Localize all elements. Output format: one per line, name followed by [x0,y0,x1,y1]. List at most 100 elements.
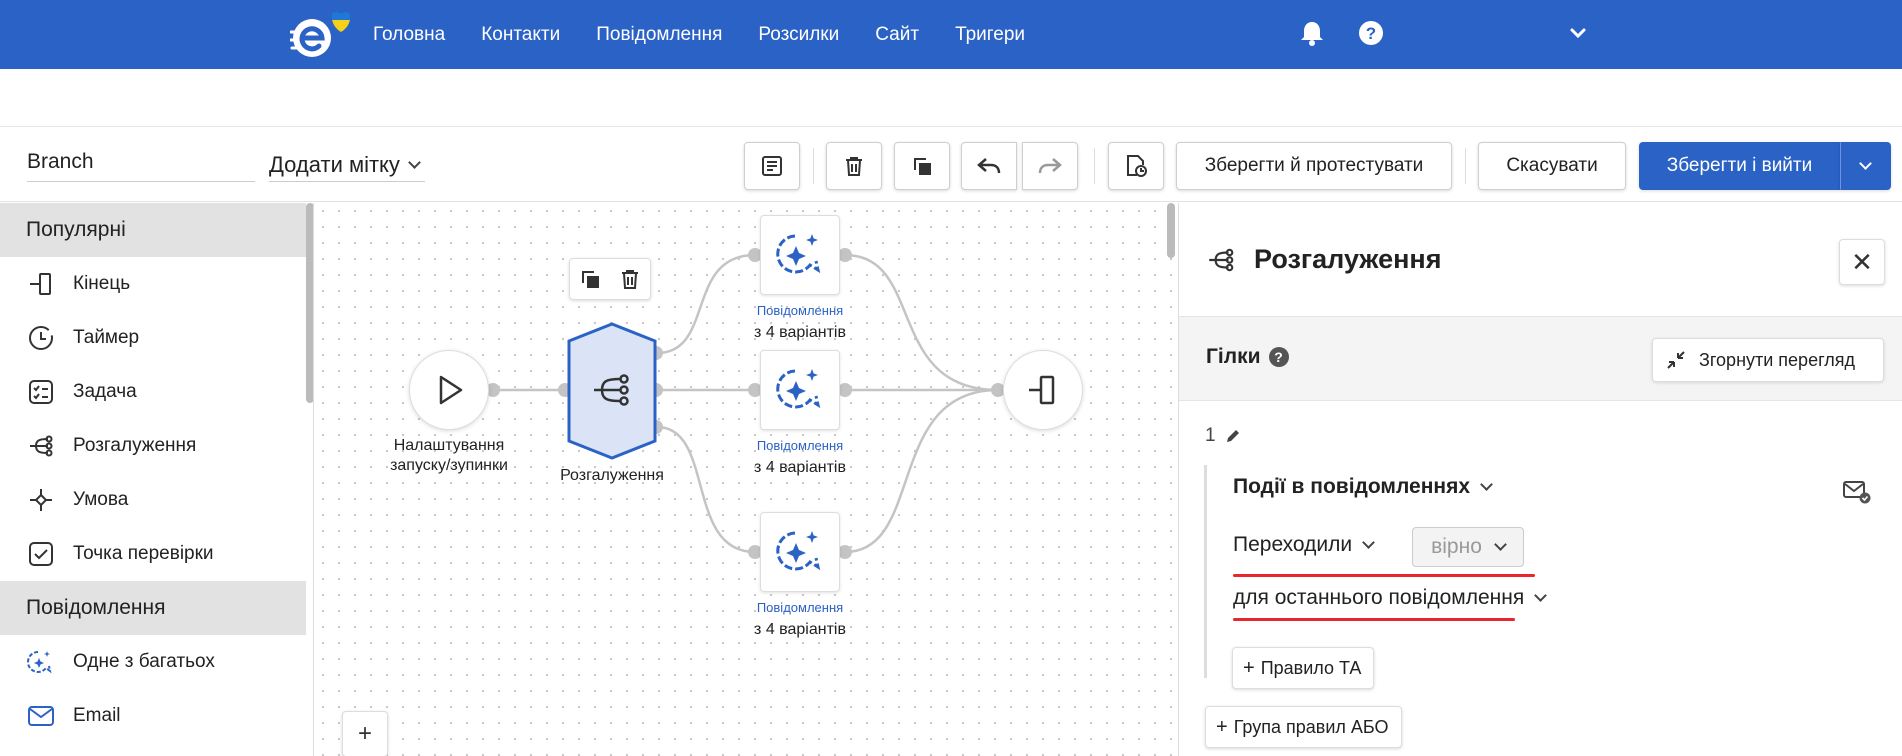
end-node[interactable] [1003,350,1083,430]
message-type-label: Повідомлення [756,303,844,318]
sidebar-item-label: Задача [73,381,137,402]
delete-button[interactable] [826,142,882,190]
sidebar-item-label: Email [73,705,121,726]
sidebar-item-email[interactable]: Email [0,689,306,743]
bell-icon[interactable] [1297,18,1327,48]
flow-name-input[interactable]: Branch [27,150,255,182]
copy-icon[interactable] [578,267,602,291]
sidebar-section-popular[interactable]: Популярні [0,203,306,257]
chevron-down-icon [1534,589,1548,602]
scope-label: для останнього повідомлення [1233,586,1525,609]
nav-item-contacts[interactable]: Контакти [481,24,560,46]
branch-number: 1 [1205,425,1242,447]
help-icon[interactable]: ? [1356,18,1386,48]
value-dropdown[interactable]: вірно [1412,527,1524,567]
message-node[interactable] [760,350,840,430]
condition-icon [30,489,52,511]
trash-icon[interactable] [618,267,642,291]
toolbar-divider [1094,148,1095,184]
branches-label: Гілки [1206,345,1261,368]
sidebar-item-task[interactable]: Задача [0,365,306,419]
add-or-group-button[interactable]: + Група правил АБО [1205,706,1402,748]
main-nav: Головна Контакти Повідомлення Розсилки С… [373,0,1025,69]
copy-button[interactable] [894,142,950,190]
chevron-down-icon [1859,157,1872,170]
sidebar-scrollbar[interactable] [306,203,313,403]
trash-icon [846,157,862,176]
event-type-dropdown[interactable]: Події в повідомленнях [1233,475,1493,499]
undo-button[interactable] [961,142,1017,190]
sidebar-item-timer[interactable]: Таймер [0,311,306,365]
branch-icon [1209,248,1234,271]
add-and-rule-button[interactable]: + Правило ТА [1232,647,1375,689]
flow-toolbar: Branch Додати мітку Зберегти й протестув… [0,128,1902,202]
undo-icon [977,158,1001,174]
zoom-in-button[interactable]: + [342,711,388,756]
email-check-icon[interactable] [1842,479,1872,505]
add-tag-dropdown[interactable]: Додати мітку [269,148,425,182]
sidebar-item-label: Кінець [73,273,131,294]
sidebar-section-messages[interactable]: Повідомлення [0,581,306,635]
nav-item-home[interactable]: Головна [373,24,445,46]
branches-header: Гілки ? Згорнути перегляд [1179,316,1902,401]
start-node[interactable] [409,350,489,430]
panel-header: Розгалуження [1179,203,1902,316]
sidebar-item-branch[interactable]: Розгалуження [0,419,306,473]
highlight-underline [1233,574,1535,577]
sidebar-item-label: Таймер [73,327,140,348]
nav-item-messages[interactable]: Повідомлення [596,24,722,46]
sidebar-item-end[interactable]: Кінець [0,257,306,311]
close-panel-button[interactable]: ✕ [1839,239,1885,285]
chevron-down-icon [1494,538,1507,551]
message-node[interactable] [760,215,840,295]
nav-item-triggers[interactable]: Тригери [955,24,1025,46]
sparkle-message-icon [776,531,821,571]
save-options-dropdown[interactable] [1840,142,1891,190]
redo-button[interactable] [1022,142,1078,190]
add-and-rule-label: Правило ТА [1260,657,1362,678]
nav-item-campaigns[interactable]: Розсилки [758,24,839,46]
action-dropdown[interactable]: Переходили [1233,533,1375,557]
chevron-down-icon [408,155,421,169]
sparkle-message-icon [776,234,821,274]
message-variants-label: з 4 варіантів [754,324,846,341]
toolbar-divider [813,148,814,184]
branch-number-label: 1 [1205,425,1216,446]
esputnik-logo[interactable] [290,10,354,60]
scope-dropdown[interactable]: для останнього повідомлення [1233,586,1548,610]
pencil-icon[interactable] [1224,427,1242,445]
account-menu-chevron-icon[interactable] [1563,18,1593,48]
notes-button[interactable] [744,142,800,190]
message-node[interactable] [760,512,840,592]
message-variants-label: з 4 варіантів [754,621,846,638]
sidebar-item-checkpoint[interactable]: Точка перевірки [0,527,306,581]
history-button[interactable] [1108,142,1164,190]
save-and-exit-button[interactable]: Зберегти і вийти [1639,142,1840,190]
save-and-test-button[interactable]: Зберегти й протестувати [1176,142,1452,190]
sidebar-item-label: Розгалуження [73,435,197,456]
action-label: Переходили [1233,533,1353,556]
checkpoint-icon [29,542,53,566]
help-icon[interactable]: ? [1268,347,1289,367]
panel-title: Розгалуження [1254,244,1442,274]
sidebar-item-label: Одне з багатьох [73,651,215,672]
document-history-icon [1127,155,1147,177]
cancel-button[interactable]: Скасувати [1478,142,1626,190]
branch-icon [30,435,53,457]
branch-settings-panel: Розгалуження ✕ Гілки ? Згорнути перегляд… [1178,203,1902,756]
svg-text:?: ? [1366,24,1376,43]
collapse-view-button[interactable]: Згорнути перегляд [1652,338,1884,382]
note-icon [762,156,782,176]
timer-icon [29,326,53,350]
sidebar-item-one-of-many[interactable]: Одне з багатьох [0,635,306,689]
sidebar-item-condition[interactable]: Умова [0,473,306,527]
toolbar-divider [1465,148,1466,184]
canvas-scrollbar[interactable] [1167,203,1175,258]
plus-icon: + [1216,715,1228,738]
flow-canvas[interactable]: Налаштування запуску/зупинки Розгалуженн… [315,203,1178,756]
branches-title: Гілки ? [1206,345,1289,369]
message-type-label: Повідомлення [756,600,844,615]
collapse-icon [1667,351,1685,369]
chevron-down-icon [1480,478,1493,491]
nav-item-site[interactable]: Сайт [875,24,919,46]
